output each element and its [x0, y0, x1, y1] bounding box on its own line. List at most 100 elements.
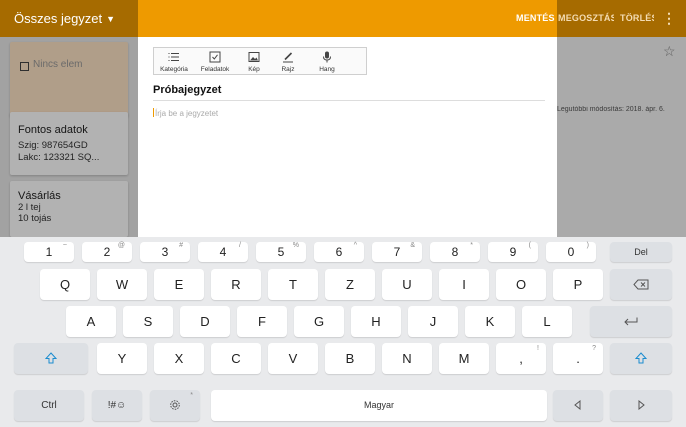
category-tool-button[interactable]: Kategória: [157, 48, 191, 76]
key-label: 2: [103, 245, 111, 259]
key-a[interactable]: A: [66, 306, 116, 337]
note-body-placeholder: Írja be a jegyzetet: [155, 109, 219, 118]
delete-button[interactable]: TÖRLÉS: [620, 0, 654, 37]
key-d[interactable]: D: [180, 306, 230, 337]
key-s[interactable]: S: [123, 306, 173, 337]
text-cursor: [153, 108, 154, 117]
key-label: 0: [567, 245, 575, 259]
delete-key[interactable]: Del: [610, 242, 672, 262]
key-label: 7: [393, 245, 401, 259]
tool-label: Rajz: [281, 66, 295, 73]
key-z[interactable]: Z: [325, 269, 375, 300]
settings-key[interactable]: *: [150, 390, 200, 421]
key-hint: ~: [62, 242, 67, 249]
arrow-left-icon: [573, 400, 583, 411]
key-j[interactable]: J: [408, 306, 458, 337]
share-button[interactable]: MEGOSZTÁS: [558, 0, 614, 37]
shift-icon: [635, 352, 647, 364]
backspace-key[interactable]: [610, 269, 672, 300]
more-options-icon[interactable]: ⋮: [662, 0, 676, 37]
key-u[interactable]: U: [382, 269, 432, 300]
microphone-icon: [310, 51, 344, 65]
key-hint: !: [537, 345, 539, 352]
key-9[interactable]: 9(: [488, 242, 538, 262]
tasks-tool-button[interactable]: Feladatok: [196, 48, 234, 76]
key-4[interactable]: 4/: [198, 242, 248, 262]
key-label: 5: [277, 245, 285, 259]
all-notes-dropdown[interactable]: Összes jegyzet ▼: [14, 0, 115, 37]
key-x[interactable]: X: [154, 343, 204, 374]
shift-right-key[interactable]: [610, 343, 672, 374]
image-tool-button[interactable]: Kép: [240, 48, 268, 76]
key-b[interactable]: B: [325, 343, 375, 374]
checkbox-icon: [196, 51, 234, 65]
backspace-icon: [633, 279, 649, 290]
pen-icon: [274, 51, 302, 65]
key-g[interactable]: G: [294, 306, 344, 337]
key-hint: &: [410, 242, 415, 249]
title-divider: [153, 100, 545, 101]
key-v[interactable]: V: [268, 343, 318, 374]
key-r[interactable]: R: [211, 269, 261, 300]
key-hint: %: [292, 242, 299, 249]
key-8[interactable]: 8 *: [430, 242, 480, 262]
voice-tool-button[interactable]: Hang: [310, 48, 344, 76]
key-i[interactable]: I: [439, 269, 489, 300]
note-editor: Kategória Feladatok Kép Rajz Hang Próbaj…: [138, 37, 557, 237]
key-0[interactable]: 0): [546, 242, 596, 262]
key-hint: (: [528, 242, 531, 249]
key-hint: /: [239, 242, 241, 249]
key-k[interactable]: K: [465, 306, 515, 337]
note-body-input[interactable]: Írja be a jegyzetet: [153, 108, 533, 118]
key-n[interactable]: N: [382, 343, 432, 374]
cursor-left-key[interactable]: [553, 390, 603, 421]
key-hint: ^: [353, 242, 357, 249]
key-label: ,: [519, 351, 523, 366]
key-label: 8: [451, 245, 459, 259]
enter-key[interactable]: [590, 306, 672, 337]
key-o[interactable]: O: [496, 269, 546, 300]
arrow-right-icon: [636, 400, 646, 411]
key-e[interactable]: E: [154, 269, 204, 300]
space-key[interactable]: Magyar: [211, 390, 547, 421]
key-y[interactable]: Y: [97, 343, 147, 374]
key-1[interactable]: 1 ~: [24, 242, 74, 262]
on-screen-keyboard: 1 ~ 2 @ 3 # 4/ 5% 6 ^ 7 & 8 * 9( 0) Del Q W E …: [0, 237, 686, 427]
key-f[interactable]: F: [237, 306, 287, 337]
shift-left-key[interactable]: [14, 343, 88, 374]
key-label: 4: [219, 245, 227, 259]
key-3[interactable]: 3 #: [140, 242, 190, 262]
key-c[interactable]: C: [211, 343, 261, 374]
enter-icon: [622, 316, 640, 327]
key-p[interactable]: P: [553, 269, 603, 300]
symbols-key[interactable]: !#☺: [92, 390, 142, 421]
note-title-input[interactable]: Próbajegyzet: [153, 84, 221, 96]
key-2[interactable]: 2 @: [82, 242, 132, 262]
save-button[interactable]: MENTÉS: [516, 0, 556, 37]
key-5[interactable]: 5%: [256, 242, 306, 262]
cursor-right-key[interactable]: [610, 390, 672, 421]
key-l[interactable]: L: [522, 306, 572, 337]
key-w[interactable]: W: [97, 269, 147, 300]
key-q[interactable]: Q: [40, 269, 90, 300]
key-t[interactable]: T: [268, 269, 318, 300]
key-comma[interactable]: ,!: [496, 343, 546, 374]
tool-label: Kép: [248, 66, 260, 73]
key-hint: *: [470, 242, 473, 249]
key-period[interactable]: .?: [553, 343, 603, 374]
key-7[interactable]: 7 &: [372, 242, 422, 262]
drawing-tool-button[interactable]: Rajz: [274, 48, 302, 76]
key-h[interactable]: H: [351, 306, 401, 337]
image-icon: [240, 51, 268, 65]
key-6[interactable]: 6 ^: [314, 242, 364, 262]
ctrl-key[interactable]: Ctrl: [14, 390, 84, 421]
key-m[interactable]: M: [439, 343, 489, 374]
app-title: Összes jegyzet: [14, 11, 103, 26]
key-label: 6: [335, 245, 343, 259]
editor-toolbar: Kategória Feladatok Kép Rajz Hang: [153, 47, 367, 75]
key-label: .: [576, 351, 580, 366]
key-hint: ): [586, 242, 589, 249]
tool-label: Hang: [319, 66, 335, 73]
shift-icon: [45, 352, 57, 364]
tool-label: Kategória: [160, 66, 188, 73]
